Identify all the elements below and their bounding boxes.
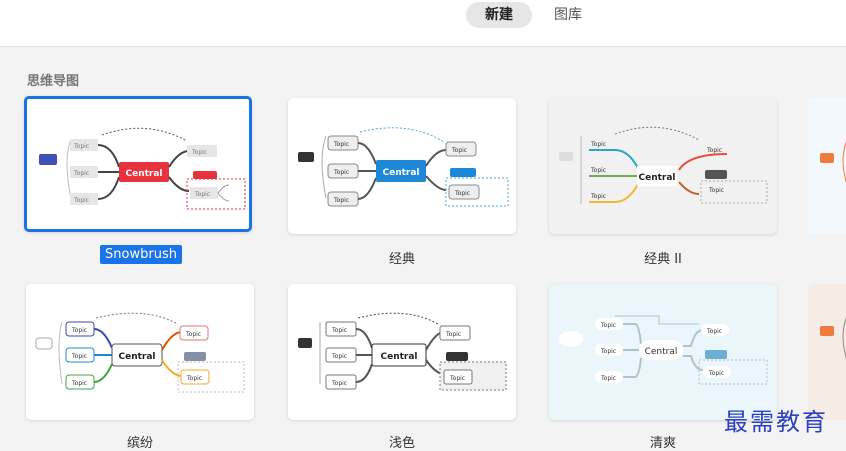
theme-preview-classic-ii: Topic Topic Topic Central Topic Topic	[559, 126, 768, 204]
topic-label: Topic	[454, 190, 470, 197]
theme-preview-partial	[820, 141, 846, 184]
topic-label: Topic	[445, 331, 461, 338]
topic-label: Topic	[194, 191, 210, 198]
topic-label: Topic	[706, 328, 722, 335]
theme-card-colorful[interactable]: Topic Topic Topic Central Topic Topic	[26, 284, 254, 420]
watermark-text: 最需教育	[724, 408, 828, 436]
tab-new[interactable]: 新建	[466, 2, 532, 28]
top-bar: 新建 图库	[0, 0, 846, 47]
topic-label: Topic	[73, 197, 89, 204]
topic-label: Topic	[186, 375, 202, 382]
theme-card-snowbrush[interactable]: Topic Topic Topic Central Topic Topic	[24, 96, 252, 232]
central-label: Central	[118, 352, 155, 362]
central-label: Central	[638, 173, 675, 183]
topic-label: Topic	[590, 167, 606, 174]
topic-label: Topic	[191, 149, 207, 156]
central-label: Central	[382, 168, 419, 178]
topic-label: Topic	[71, 327, 87, 334]
theme-label-light: 浅色	[388, 436, 415, 451]
topic-label: Topic	[600, 348, 616, 355]
theme-preview-partial	[820, 317, 846, 360]
theme-card-partial[interactable]	[808, 284, 846, 420]
theme-preview-classic: Topic Topic Topic Central Topic Topic	[298, 127, 509, 207]
topic-label: Topic	[73, 143, 89, 150]
topic-label: Topic	[708, 370, 724, 377]
topic-label: Topic	[590, 193, 606, 200]
theme-preview-light: Topic Topic Topic Central Topic Topic	[298, 312, 507, 391]
theme-preview-colorful: Topic Topic Topic Central Topic Topic	[35, 312, 245, 393]
theme-card-classic[interactable]: Topic Topic Topic Central Topic Topic	[288, 98, 516, 234]
theme-label-classic-ii: 经典 II	[644, 252, 682, 267]
topic-label: Topic	[331, 353, 347, 360]
theme-card-partial[interactable]	[808, 98, 846, 234]
topic-label: Topic	[333, 141, 349, 148]
topic-label: Topic	[708, 187, 724, 194]
tab-gallery[interactable]: 图库	[544, 2, 592, 28]
topic-label: Topic	[590, 141, 606, 148]
theme-preview-fresh: Topic Topic Topic Central Topic Topic	[559, 315, 768, 385]
topic-label: Topic	[331, 327, 347, 334]
theme-label-snowbrush: Snowbrush	[100, 245, 182, 264]
topic-label: Topic	[71, 353, 87, 360]
theme-label-colorful: 缤纷	[126, 436, 153, 451]
central-label: Central	[380, 352, 417, 362]
topic-label: Topic	[449, 375, 465, 382]
topic-label: Topic	[600, 375, 616, 382]
theme-label-classic: 经典	[388, 252, 415, 267]
topic-label: Topic	[73, 170, 89, 177]
theme-card-fresh[interactable]: Topic Topic Topic Central Topic Topic	[549, 284, 777, 420]
topic-label: Topic	[333, 169, 349, 176]
section-title: 思维导图	[27, 74, 80, 89]
topic-label: Topic	[706, 147, 722, 154]
theme-preview-snowbrush: Topic Topic Topic Central Topic Topic	[39, 127, 246, 210]
topic-label: Topic	[331, 380, 347, 387]
topic-label: Topic	[600, 322, 616, 329]
topic-label: Topic	[333, 197, 349, 204]
topic-label: Topic	[451, 147, 467, 154]
topic-label: Topic	[71, 380, 87, 387]
topic-label: Topic	[185, 331, 201, 338]
central-label: Central	[125, 169, 162, 179]
central-label: Central	[645, 347, 678, 357]
theme-card-light[interactable]: Topic Topic Topic Central Topic Topic	[288, 284, 516, 420]
theme-card-classic-ii[interactable]: Topic Topic Topic Central Topic Topic	[549, 98, 777, 234]
